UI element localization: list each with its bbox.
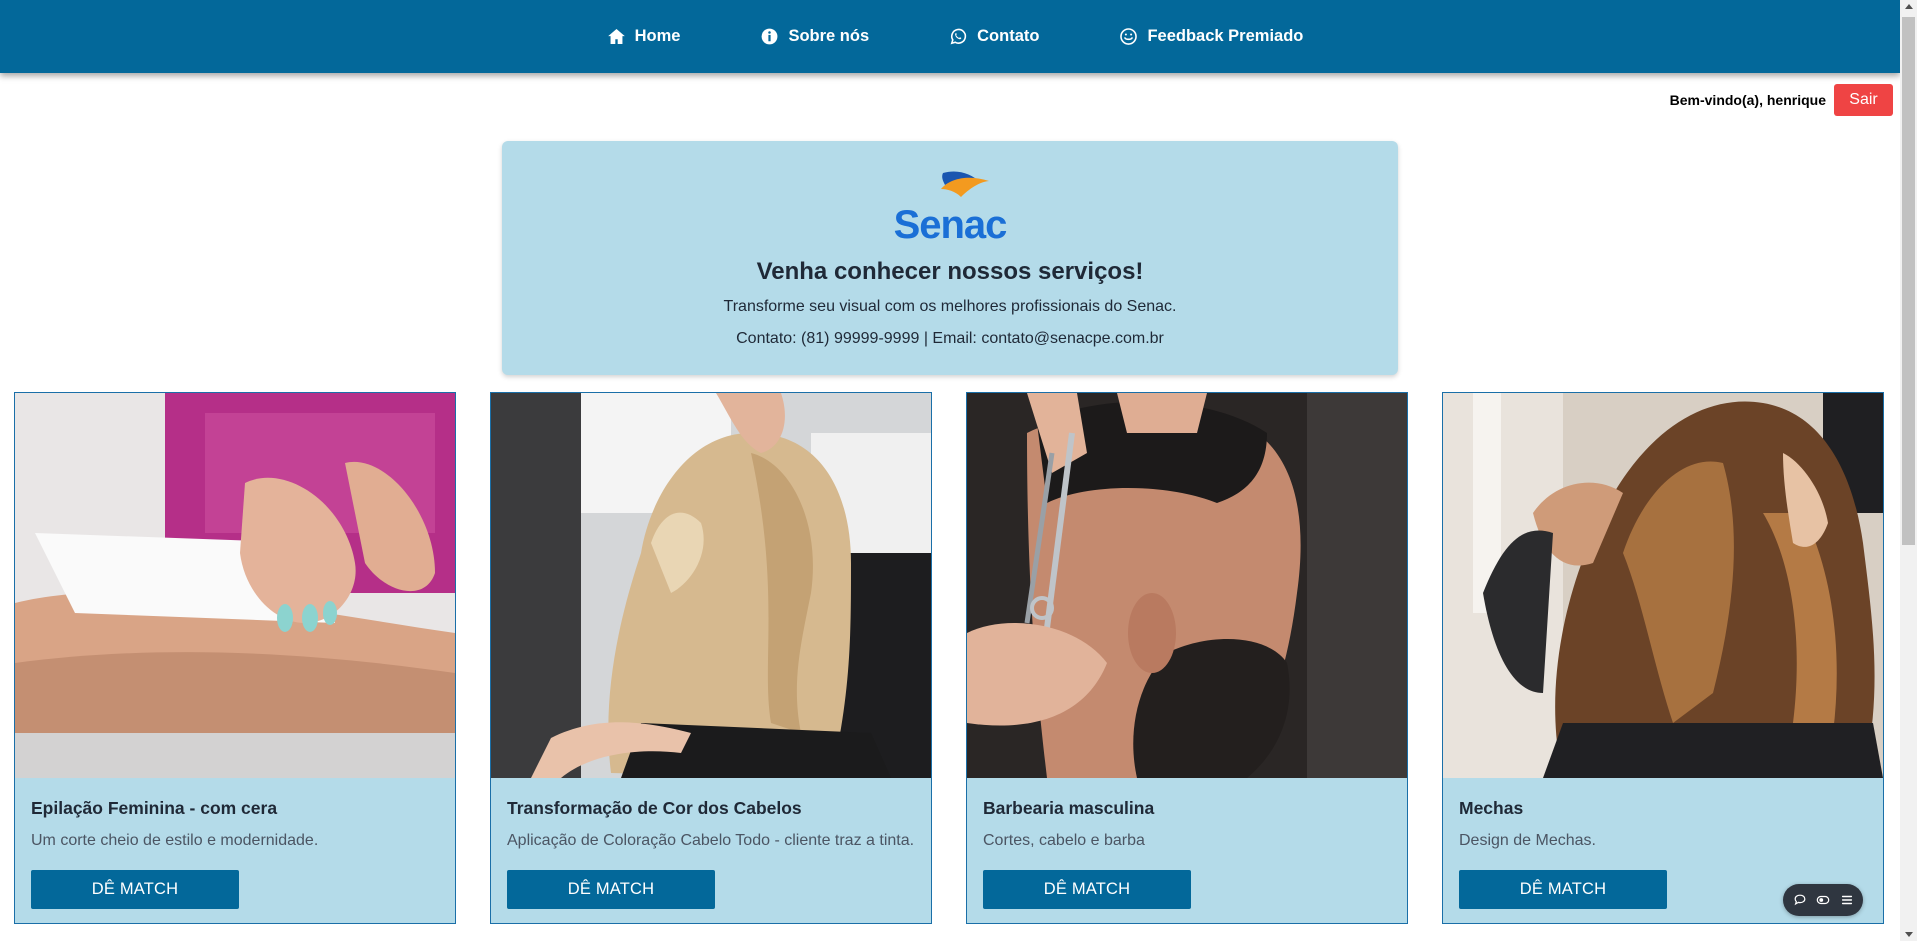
toggle-icon[interactable] xyxy=(1816,893,1830,907)
service-card: Mechas Design de Mechas. DÊ MATCH xyxy=(1442,392,1884,924)
service-cards: Epilação Feminina - com cera Um corte ch… xyxy=(14,392,1886,926)
senac-logo: Senac xyxy=(894,171,1008,243)
nav-sobre[interactable]: Sobre nós xyxy=(760,27,869,46)
scroll-thumb[interactable] xyxy=(1902,17,1915,545)
smile-icon xyxy=(1120,28,1138,45)
hero-title: Venha conhecer nossos serviços! xyxy=(756,258,1144,285)
service-image-waxing xyxy=(15,393,455,778)
menu-icon[interactable] xyxy=(1840,893,1854,907)
service-title: Epilação Feminina - com cera xyxy=(31,798,278,818)
service-description: Um corte cheio de estilo e modernidade. xyxy=(31,832,319,849)
chat-icon[interactable] xyxy=(1793,893,1807,907)
hero-contact: Contato: (81) 99999-9999 | Email: contat… xyxy=(736,330,1164,347)
nav-contato-label: Contato xyxy=(977,27,1040,45)
nav-feedback[interactable]: Feedback Premiado xyxy=(1119,27,1303,46)
service-image-hair-color xyxy=(491,393,931,778)
floating-toolbar xyxy=(1783,884,1863,916)
welcome-text: Bem-vindo(a), henrique xyxy=(1669,92,1826,108)
nav-items: Home Sobre nós Contato Feedback Premiado xyxy=(567,27,1344,46)
nav-contato[interactable]: Contato xyxy=(949,27,1039,46)
service-description: Aplicação de Coloração Cabelo Todo - cli… xyxy=(507,832,915,849)
match-button[interactable]: DÊ MATCH xyxy=(1459,870,1667,909)
service-title: Transformação de Cor dos Cabelos xyxy=(507,798,802,818)
service-title: Mechas xyxy=(1459,798,1524,818)
page-scrollbar[interactable] xyxy=(1900,0,1917,941)
scroll-down-icon[interactable] xyxy=(1905,932,1913,937)
hero-banner: Senac Venha conhecer nossos serviços! Tr… xyxy=(502,141,1398,375)
nav-sobre-label: Sobre nós xyxy=(788,27,870,45)
service-image-highlights xyxy=(1443,393,1883,778)
service-image-barber xyxy=(967,393,1407,778)
nav-feedback-label: Feedback Premiado xyxy=(1147,27,1304,45)
logout-button[interactable]: Sair xyxy=(1834,84,1893,116)
user-bar: Bem-vindo(a), henrique Sair xyxy=(1670,84,1893,116)
service-card: Barbearia masculina Cortes, cabelo e bar… xyxy=(966,392,1408,924)
hero-subtitle: Transforme seu visual com os melhores pr… xyxy=(723,298,1177,315)
nav-home[interactable]: Home xyxy=(607,27,681,46)
info-icon xyxy=(762,28,778,45)
service-card: Transformação de Cor dos Cabelos Aplicaç… xyxy=(490,392,932,924)
service-card: Epilação Feminina - com cera Um corte ch… xyxy=(14,392,456,924)
svg-text:Senac: Senac xyxy=(894,203,1008,243)
scroll-up-icon[interactable] xyxy=(1905,4,1913,9)
whatsapp-icon xyxy=(950,28,967,45)
service-title: Barbearia masculina xyxy=(983,798,1155,818)
match-button[interactable]: DÊ MATCH xyxy=(983,870,1191,909)
home-icon xyxy=(607,28,625,45)
service-description: Design de Mechas. xyxy=(1459,832,1596,849)
match-button[interactable]: DÊ MATCH xyxy=(507,870,715,909)
match-button[interactable]: DÊ MATCH xyxy=(31,870,239,909)
service-description: Cortes, cabelo e barba xyxy=(983,832,1145,849)
nav-home-label: Home xyxy=(634,27,681,45)
top-navbar: Home Sobre nós Contato Feedback Premiado xyxy=(0,0,1900,73)
